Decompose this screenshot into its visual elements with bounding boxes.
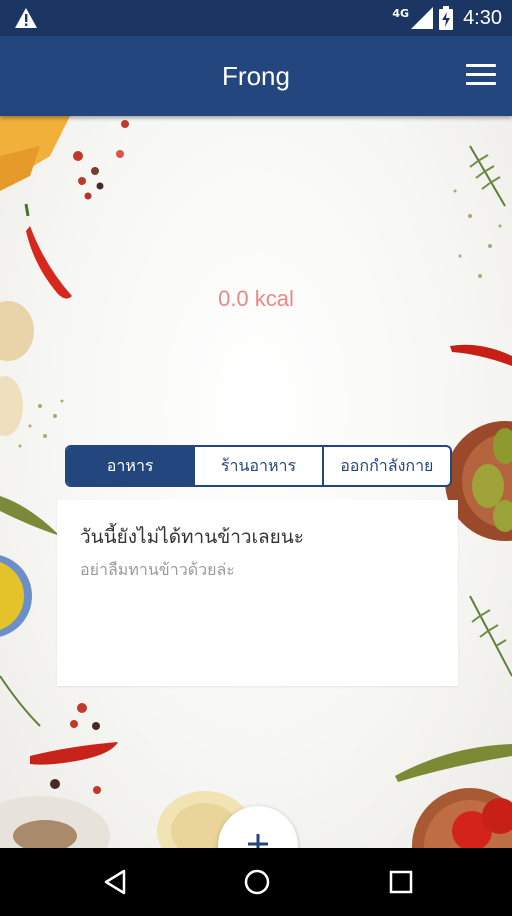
back-icon[interactable] xyxy=(100,867,130,897)
tab-food[interactable]: อาหาร xyxy=(67,447,194,485)
navigation-bar xyxy=(0,848,512,916)
battery-charging-icon xyxy=(439,6,454,30)
category-tabs: อาหาร ร้านอาหาร ออกกำลังกาย xyxy=(65,445,452,487)
empty-state-subtitle: อย่าลืมทานข้าวด้วยล่ะ xyxy=(80,560,235,579)
tab-restaurant[interactable]: ร้านอาหาร xyxy=(193,447,321,485)
clock: 4:30 xyxy=(463,6,502,29)
calories-total: 0.0 kcal xyxy=(218,286,294,311)
recents-icon[interactable] xyxy=(386,867,416,897)
status-bar: 4G 4:30 xyxy=(0,0,512,36)
signal-icon xyxy=(411,7,434,29)
warning-icon xyxy=(15,8,37,28)
status-icons: 4G 4:30 xyxy=(392,0,502,36)
tab-exercise[interactable]: ออกกำลังกาย xyxy=(321,447,450,485)
empty-state-card: วันนี้ยังไม่ได้ทานข้าวเลยนะ อย่าลืมทานข้… xyxy=(57,500,458,686)
plus-icon xyxy=(248,834,268,848)
empty-state-title: วันนี้ยังไม่ได้ทานข้าวเลยนะ xyxy=(80,526,305,548)
dashboard-content: 0.0 kcal อาหาร ร้านอาหาร ออกกำลังกาย วัน… xyxy=(0,116,512,848)
app-bar: Frong xyxy=(0,36,512,116)
home-icon[interactable] xyxy=(242,867,272,897)
hamburger-menu-icon[interactable] xyxy=(466,64,496,88)
app-title: Frong xyxy=(222,61,290,91)
network-type: 4G xyxy=(392,6,410,20)
